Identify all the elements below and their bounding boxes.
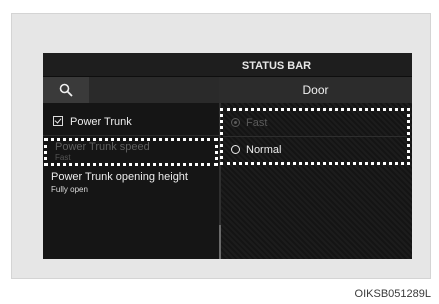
divider bbox=[43, 135, 219, 136]
menu-item-value: Fast bbox=[55, 153, 71, 162]
option-normal[interactable]: Normal bbox=[231, 144, 281, 156]
checkbox-icon[interactable] bbox=[53, 116, 63, 126]
menu-item-label: Power Trunk speed bbox=[55, 141, 150, 153]
menu-item-power-trunk-speed[interactable]: Power Trunk speed Fast bbox=[44, 138, 218, 166]
radio-icon[interactable] bbox=[231, 118, 240, 127]
menu-item-label: Power Trunk bbox=[70, 116, 132, 128]
divider bbox=[223, 136, 407, 137]
menu-item-power-trunk[interactable]: Power Trunk bbox=[43, 111, 219, 133]
option-label: Fast bbox=[246, 117, 268, 129]
option-fast[interactable]: Fast bbox=[231, 117, 267, 129]
screen-content: Power Trunk Power Trunk speed Fast Power… bbox=[43, 53, 412, 259]
menu-item-label: Power Trunk opening height bbox=[51, 171, 188, 183]
radio-icon[interactable] bbox=[231, 145, 240, 154]
speed-options: Fast Normal bbox=[220, 108, 410, 165]
menu-item-opening-height[interactable]: Power Trunk opening height Fully open bbox=[43, 171, 219, 201]
option-label: Normal bbox=[246, 144, 282, 156]
figure-code: OIKSB051289L bbox=[354, 288, 431, 300]
menu-item-value: Fully open bbox=[51, 185, 88, 194]
